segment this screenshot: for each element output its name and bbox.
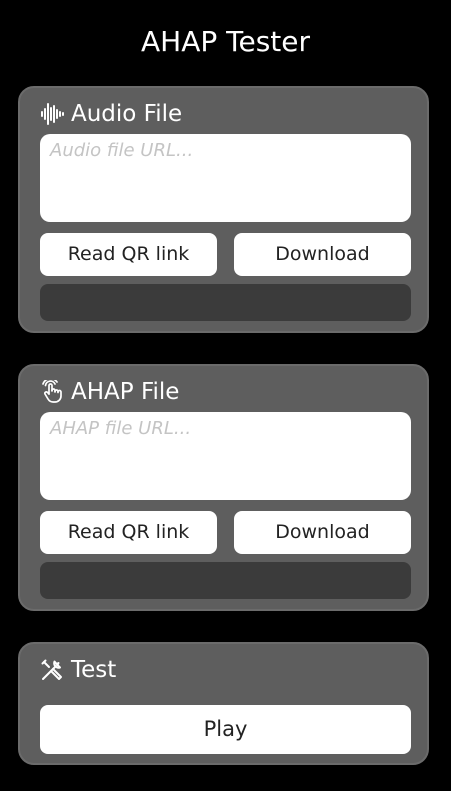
ahap-url-input[interactable] [40, 412, 411, 500]
play-button[interactable]: Play [40, 705, 411, 754]
test-header: Test [40, 655, 116, 685]
audio-url-input[interactable] [40, 134, 411, 222]
audio-file-header: Audio File [40, 99, 182, 129]
audio-download-progress [40, 284, 411, 321]
ahap-download-progress [40, 562, 411, 599]
waveform-icon [40, 102, 64, 126]
test-title: Test [71, 657, 117, 683]
audio-file-title: Audio File [71, 101, 183, 127]
ahap-file-card: AHAP File Read QR link Download [18, 364, 429, 611]
ahap-download-button[interactable]: Download [234, 511, 411, 554]
test-card: Test Play [18, 642, 429, 765]
audio-read-qr-button[interactable]: Read QR link [40, 233, 217, 276]
ahap-read-qr-button[interactable]: Read QR link [40, 511, 217, 554]
app-title: AHAP Tester [140, 25, 311, 58]
audio-download-button[interactable]: Download [234, 233, 411, 276]
hand-tap-icon [40, 380, 64, 404]
audio-file-card: Audio File Read QR link Download [18, 86, 429, 333]
ahap-file-header: AHAP File [40, 377, 179, 407]
ahap-file-title: AHAP File [71, 379, 180, 405]
tools-icon [40, 658, 64, 682]
